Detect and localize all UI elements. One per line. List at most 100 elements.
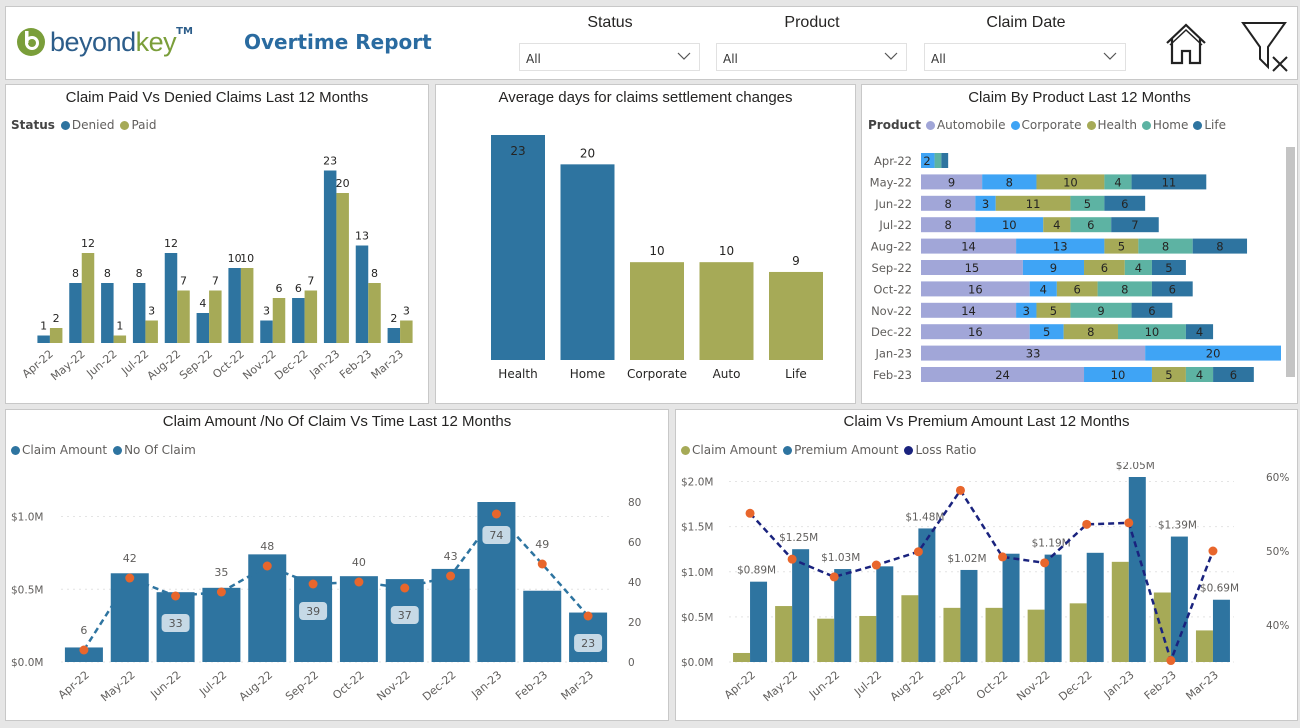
logo-trademark: TM <box>176 26 193 37</box>
vertical-scrollbar[interactable] <box>1286 147 1295 377</box>
legend-item-loss-ratio[interactable]: Loss Ratio <box>904 443 976 457</box>
bar-claim-amount <box>985 607 1003 662</box>
legend-dot <box>925 120 935 130</box>
y-tick-label: May-22 <box>870 175 912 189</box>
data-label: 74 <box>489 529 503 542</box>
data-label: $1.25M <box>779 532 818 544</box>
data-label: 3 <box>403 305 410 318</box>
y-right-tick-label: 40% <box>1266 620 1289 632</box>
line-point <box>216 587 226 597</box>
line-point <box>1166 656 1176 666</box>
line-point <box>262 561 272 571</box>
bar-paid <box>81 253 95 343</box>
bar-premium-amount <box>1086 552 1104 662</box>
legend-label: Home <box>1152 118 1189 132</box>
data-label: $0.89M <box>737 565 776 577</box>
y-right-tick-label: 20 <box>628 617 641 629</box>
data-label: 3 <box>263 305 270 318</box>
home-icon[interactable] <box>1164 23 1208 65</box>
bar-claim-amount <box>859 615 877 662</box>
data-label: 4 <box>1196 325 1203 339</box>
line-point <box>308 579 318 589</box>
claim-date-filter-label: Claim Date <box>986 14 1066 31</box>
legend-item-denied[interactable]: Denied <box>60 118 114 132</box>
bar-premium-amount <box>1044 554 1062 662</box>
claim-by-product-chart: Apr-22 2May-22 9 8 10 4 11Jun-22 8 3 11 5 6Jul-22 8 1… <box>870 153 1281 382</box>
legend-item-life[interactable]: Life <box>1193 118 1226 132</box>
legend-dot <box>1141 120 1151 130</box>
legend-label: Automobile <box>936 118 1006 132</box>
legend-item-health[interactable]: Health <box>1086 118 1137 132</box>
data-label: $1.19M <box>1032 538 1071 550</box>
data-label: 6 <box>295 282 302 295</box>
x-tick-label: Jan-23 <box>306 347 342 380</box>
data-label: $2.05M <box>1116 462 1155 472</box>
bar-premium-amount <box>960 569 978 662</box>
legend-title: Product <box>868 118 921 132</box>
claim-date-filter-dropdown[interactable]: All <box>924 43 1126 71</box>
data-label: 11 <box>1026 197 1041 211</box>
data-label: 10 <box>240 252 254 265</box>
product-filter-label: Product <box>784 14 840 31</box>
line-point <box>446 571 456 581</box>
y-left-tick-label: $0.0M <box>11 657 43 669</box>
chart-title: Claim By Product Last 12 Months <box>968 89 1191 106</box>
bar-claim-amount <box>202 587 241 662</box>
data-label: 6 <box>80 624 87 637</box>
data-label: 48 <box>260 540 274 553</box>
legend-item-claim-amount[interactable]: Claim Amount <box>681 443 777 457</box>
legend-item-paid[interactable]: Paid <box>120 118 156 132</box>
data-label: 10 <box>1002 218 1017 232</box>
legend-item-premium-amount[interactable]: Premium Amount <box>783 443 898 457</box>
page-title: Overtime Report <box>244 30 432 54</box>
x-tick-label: Jun-22 <box>83 347 119 380</box>
bar-premium-amount <box>750 581 768 662</box>
legend-dot <box>1010 120 1020 130</box>
data-label: 5 <box>1050 304 1057 318</box>
y-tick-label: Jan-23 <box>874 347 912 361</box>
data-label: 12 <box>164 237 178 250</box>
x-tick-label: Nov-22 <box>240 347 278 382</box>
data-label: 5 <box>1084 197 1091 211</box>
chart-legend: Claim Amount Premium Amount Loss Ratio <box>681 443 976 457</box>
line-point <box>125 573 135 583</box>
data-label: 9 <box>792 254 800 268</box>
data-label: 8 <box>1006 175 1013 189</box>
data-label: 35 <box>214 566 228 579</box>
bar-denied <box>323 170 337 343</box>
clear-filter-icon[interactable] <box>1241 21 1291 73</box>
x-tick-label: Auto <box>713 367 741 381</box>
x-tick-label: Mar-23 <box>369 347 406 381</box>
data-label: 14 <box>961 304 976 318</box>
legend-item-automobile[interactable]: Automobile <box>925 118 1006 132</box>
data-label: 33 <box>169 617 183 630</box>
legend-item-home[interactable]: Home <box>1141 118 1189 132</box>
avg-settlement-chart: 23 Health 20 Home 10 Corporate 10 Auto 9 Life <box>491 135 823 381</box>
chart-title: Claim Paid Vs Denied Claims Last 12 Mont… <box>65 89 369 106</box>
y-tick-label: Feb-23 <box>873 368 912 382</box>
bar-denied <box>387 328 401 343</box>
legend-label: Health <box>1097 118 1137 132</box>
legend-dot <box>1193 120 1203 130</box>
y-tick-label: Nov-22 <box>871 304 912 318</box>
data-label: 20 <box>1206 347 1221 361</box>
bar-denied <box>69 283 82 343</box>
chart-legend: Status Denied Paid <box>11 118 156 132</box>
bar-premium-amount <box>1002 553 1020 662</box>
legend-item-no-of-claim[interactable]: No Of Claim <box>113 443 196 457</box>
bar-denied <box>37 335 50 343</box>
data-label: 13 <box>355 230 369 243</box>
y-left-tick-label: $0.5M <box>681 612 713 624</box>
legend-label: Corporate <box>1021 118 1082 132</box>
data-label: $1.02M <box>947 553 986 565</box>
data-label: 42 <box>123 552 137 565</box>
y-left-tick-label: $1.5M <box>681 522 713 534</box>
status-filter-dropdown[interactable]: All <box>519 43 700 71</box>
data-label: 8 <box>945 218 952 232</box>
legend-item-corporate[interactable]: Corporate <box>1010 118 1082 132</box>
data-label: 5 <box>1118 240 1125 254</box>
legend-item-claim-amount[interactable]: Claim Amount <box>11 443 107 457</box>
product-filter-dropdown[interactable]: All <box>716 43 907 71</box>
bar-life <box>769 271 823 360</box>
data-label: 8 <box>371 267 378 280</box>
